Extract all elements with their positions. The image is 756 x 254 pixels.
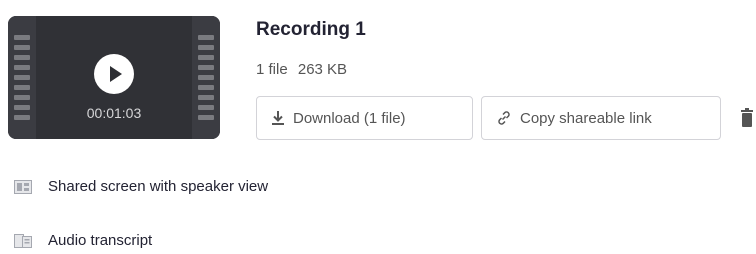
recording-duration: 00:01:03 bbox=[86, 105, 142, 121]
file-label: Shared screen with speaker view bbox=[48, 178, 269, 195]
file-item-shared-screen[interactable]: Shared screen with speaker view bbox=[14, 178, 268, 195]
link-icon bbox=[496, 110, 512, 126]
download-icon bbox=[271, 110, 285, 126]
file-item-audio-transcript[interactable]: Audio transcript bbox=[14, 232, 152, 249]
file-size: 263 KB bbox=[297, 61, 348, 78]
copy-link-button[interactable]: Copy shareable link bbox=[481, 96, 721, 140]
recording-panel: 00:01:03 Recording 1 1 file 263 KB Downl… bbox=[0, 0, 756, 254]
recording-thumbnail[interactable]: 00:01:03 bbox=[8, 16, 220, 139]
transcript-file-icon bbox=[14, 233, 32, 248]
video-file-icon bbox=[14, 179, 32, 194]
trash-icon bbox=[741, 108, 753, 127]
delete-button[interactable] bbox=[740, 108, 754, 128]
download-button[interactable]: Download (1 file) bbox=[256, 96, 473, 140]
file-count: 1 file bbox=[256, 61, 288, 78]
recording-meta: 1 file 263 KB bbox=[256, 61, 347, 78]
play-icon bbox=[110, 66, 122, 82]
copy-link-label: Copy shareable link bbox=[520, 109, 652, 127]
download-label: Download (1 file) bbox=[293, 109, 406, 127]
play-button[interactable] bbox=[94, 54, 134, 94]
recording-title: Recording 1 bbox=[256, 19, 366, 40]
file-label: Audio transcript bbox=[48, 232, 153, 249]
